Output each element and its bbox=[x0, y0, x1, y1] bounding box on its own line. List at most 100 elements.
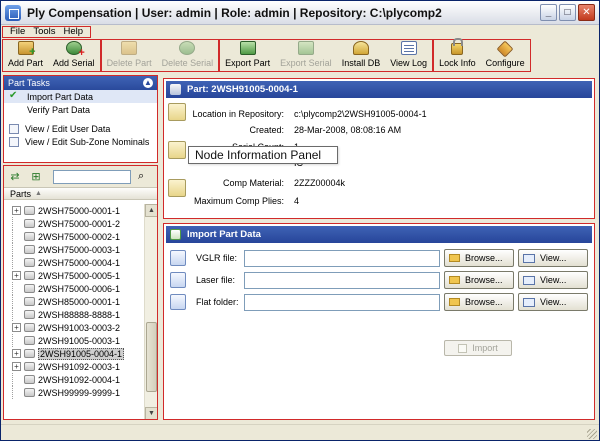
tree-search-input[interactable] bbox=[53, 169, 131, 184]
view-flat-folder-button[interactable]: View... bbox=[518, 293, 588, 311]
part-info-row: Maximum Comp Plies: 4 bbox=[193, 196, 300, 206]
toolbar-group-delete: Delete Part Delete Serial bbox=[100, 39, 220, 72]
document-icon bbox=[9, 136, 19, 147]
export-part-button[interactable]: Export Part bbox=[220, 40, 275, 71]
import-row-vglr: VGLR file: Browse... View... bbox=[170, 248, 590, 268]
menu-bar: File Tools Help bbox=[2, 26, 598, 38]
laser-path-input[interactable] bbox=[244, 271, 440, 289]
import-part-data-panel: Import Part Data Import VGLR file: Browse… bbox=[163, 223, 595, 420]
browse-laser-button[interactable]: Browse... bbox=[444, 271, 514, 289]
binoculars-icon[interactable]: ⌕ bbox=[138, 170, 144, 183]
view-log-button[interactable]: View Log bbox=[385, 40, 432, 71]
tree-node[interactable]: +2WSH75000-0005-1 bbox=[4, 269, 145, 282]
browse-flat-folder-button[interactable]: Browse... bbox=[444, 293, 514, 311]
view-vglr-button[interactable]: View... bbox=[518, 249, 588, 267]
browse-vglr-button[interactable]: Browse... bbox=[444, 249, 514, 267]
tree-node[interactable]: 2WSH91005-0003-1 bbox=[4, 334, 145, 347]
view-log-icon bbox=[400, 41, 417, 55]
tree-node[interactable]: +2WSH75000-0001-1 bbox=[4, 204, 145, 217]
delete-part-icon bbox=[121, 41, 138, 55]
menu-help[interactable]: Help bbox=[60, 27, 88, 37]
part-node-icon bbox=[24, 362, 35, 371]
window-controls: _ □ ✕ bbox=[540, 4, 595, 21]
vglr-path-input[interactable] bbox=[244, 249, 440, 267]
tree-toolbar: ⇄ ⊞ ⌕ bbox=[4, 166, 157, 188]
part-tasks-title: Part Tasks bbox=[8, 78, 50, 88]
tree-node[interactable]: 2WSH75000-0001-2 bbox=[4, 217, 145, 230]
part-node-icon bbox=[24, 297, 35, 306]
delete-serial-button[interactable]: Delete Serial bbox=[157, 40, 219, 71]
title-bar[interactable]: Ply Compensation | User: admin | Role: a… bbox=[1, 1, 599, 25]
import-icon bbox=[170, 229, 181, 240]
tree-node[interactable]: +2WSH91092-0003-1 bbox=[4, 360, 145, 373]
scroll-thumb[interactable] bbox=[146, 322, 157, 392]
tree-node[interactable]: 2WSH75000-0003-1 bbox=[4, 243, 145, 256]
tree-expand-icon[interactable]: ⊞ bbox=[28, 169, 44, 185]
task-view-edit-user-data[interactable]: View / Edit User Data bbox=[4, 122, 157, 135]
part-info-row: Comp Material: 2ZZZ00004k bbox=[222, 178, 346, 188]
import-button[interactable]: Import bbox=[444, 340, 512, 356]
scroll-down-icon[interactable]: ▼ bbox=[145, 407, 157, 419]
part-node-icon bbox=[24, 258, 35, 267]
configure-button[interactable]: Configure bbox=[481, 40, 530, 71]
task-import-part-data[interactable]: Import Part Data bbox=[4, 90, 157, 103]
view-laser-button[interactable]: View... bbox=[518, 271, 588, 289]
tree-node[interactable]: +2WSH91005-0004-1 bbox=[4, 347, 145, 360]
folder-icon bbox=[449, 254, 460, 262]
tree-node[interactable]: 2WSH75000-0002-1 bbox=[4, 230, 145, 243]
main-toolbar: Add Part Add Serial Delete Part Delete S… bbox=[2, 38, 598, 72]
part-info-row: Location in Repository: c:\plycomp2\2WSH9… bbox=[192, 109, 427, 119]
document-icon bbox=[9, 123, 19, 134]
part-info-header: Part: 2WSH91005-0004-1 bbox=[166, 81, 592, 98]
export-serial-button[interactable]: Export Serial bbox=[275, 40, 337, 71]
maximize-button[interactable]: □ bbox=[559, 4, 576, 21]
tree-node[interactable]: 2WSH99999-9999-1 bbox=[4, 386, 145, 399]
file-icon bbox=[170, 272, 186, 288]
import-row-laser: Laser file: Browse... View... bbox=[170, 270, 590, 290]
tree-node[interactable]: 2WSH88888-8888-1 bbox=[4, 308, 145, 321]
expand-icon[interactable]: + bbox=[12, 206, 21, 215]
tree-column-header[interactable]: Parts ▲ bbox=[4, 188, 157, 200]
part-node-icon bbox=[24, 336, 35, 345]
task-verify-part-data[interactable]: Verify Part Data bbox=[4, 103, 157, 116]
tree-node[interactable]: 2WSH75000-0004-1 bbox=[4, 256, 145, 269]
expand-icon[interactable]: + bbox=[12, 323, 21, 332]
lock-info-button[interactable]: Lock Info bbox=[434, 38, 481, 71]
part-tasks-header[interactable]: Part Tasks ▲ bbox=[4, 76, 157, 90]
install-db-button[interactable]: Install DB bbox=[337, 40, 386, 71]
folder-icon bbox=[449, 276, 460, 284]
expand-icon[interactable]: + bbox=[12, 362, 21, 371]
refresh-icon[interactable]: ⇄ bbox=[7, 169, 23, 185]
import-fields: Import VGLR file: Browse... View... Laser f… bbox=[164, 245, 594, 415]
sort-ascending-icon: ▲ bbox=[35, 190, 42, 197]
check-icon bbox=[9, 90, 21, 102]
tree-node[interactable]: 2WSH85000-0001-1 bbox=[4, 295, 145, 308]
close-button[interactable]: ✕ bbox=[578, 4, 595, 21]
tree-node[interactable]: 2WSH75000-0006-1 bbox=[4, 282, 145, 295]
import-row-flat-folder: Flat folder: Browse... View... bbox=[170, 292, 590, 312]
delete-part-button[interactable]: Delete Part bbox=[102, 40, 157, 71]
scroll-up-icon[interactable]: ▲ bbox=[145, 204, 157, 217]
expand-icon[interactable]: + bbox=[12, 349, 21, 358]
task-view-edit-subzone-nominals[interactable]: View / Edit Sub-Zone Nominals bbox=[4, 135, 157, 148]
menu-tools[interactable]: Tools bbox=[29, 27, 59, 37]
part-node-icon bbox=[24, 219, 35, 228]
part-tasks-panel: Part Tasks ▲ Import Part Data Verify Par… bbox=[3, 75, 158, 163]
tree-node[interactable]: +2WSH91003-0003-2 bbox=[4, 321, 145, 334]
part-node-icon bbox=[24, 271, 35, 280]
part-node-icon bbox=[24, 388, 35, 397]
view-icon bbox=[523, 297, 535, 307]
add-part-button[interactable]: Add Part bbox=[3, 40, 48, 71]
minimize-button[interactable]: _ bbox=[540, 4, 557, 21]
folder-icon bbox=[449, 298, 460, 306]
status-bar bbox=[1, 424, 599, 440]
flat-folder-path-input[interactable] bbox=[244, 293, 440, 311]
part-node-icon bbox=[24, 349, 35, 358]
collapse-icon[interactable]: ▲ bbox=[143, 78, 153, 88]
menu-file[interactable]: File bbox=[6, 27, 29, 37]
add-serial-button[interactable]: Add Serial bbox=[48, 40, 100, 71]
resize-grip[interactable] bbox=[587, 429, 597, 439]
expand-icon[interactable]: + bbox=[12, 271, 21, 280]
tree-vertical-scrollbar[interactable]: ▲ ▼ bbox=[144, 204, 157, 419]
tree-node[interactable]: 2WSH91092-0004-1 bbox=[4, 373, 145, 386]
